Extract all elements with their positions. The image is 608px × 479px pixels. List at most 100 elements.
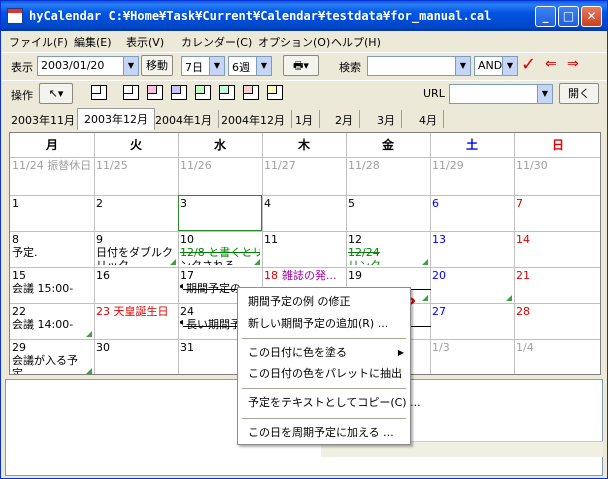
day-cell[interactable]: 11/26 [180,159,260,193]
color-slot-mint[interactable] [219,85,235,100]
tab-2003-11[interactable]: 2003年11月 [5,110,82,128]
move-button[interactable]: 移動 [141,55,173,76]
url-input[interactable]: ▼ [449,84,553,104]
days-combo[interactable]: 7日 ▼ [181,56,225,76]
event-item[interactable]: 日付をダブルク [96,246,176,259]
day-cell[interactable]: 28 [516,305,600,337]
menu-item-copy-text[interactable]: 予定をテキストとしてコピー(C) ... [238,393,421,413]
tab-mar[interactable]: 3月 [371,110,402,128]
event-item[interactable]: 雑誌の発... [282,269,337,282]
day-cell[interactable]: 22 会議 14:00- [12,305,92,337]
tab-feb[interactable]: 2月 [329,110,360,128]
day-cell[interactable]: 1212/24リンク [348,233,428,265]
event-item[interactable]: ンクされる [180,259,260,265]
day-cell[interactable]: 1 [12,197,92,229]
color-slot-2[interactable] [123,85,139,100]
event-item[interactable]: 予定. [12,246,92,259]
day-cell[interactable]: 6 [432,197,512,229]
day-cell[interactable]: 1/4 [516,341,600,374]
tab-jan[interactable]: 1月 [289,110,320,128]
day-cell[interactable]: 7 [516,197,600,229]
close-button[interactable]: ✕ [581,6,602,27]
url-label: URL [423,87,445,100]
operator-combo[interactable]: AND ▼ [474,56,518,76]
chevron-down-icon[interactable]: ▼ [502,57,517,75]
day-cell[interactable]: 11/24 振替休日 [12,159,92,193]
maximize-button[interactable]: □ [558,6,579,27]
open-button[interactable]: 開く [559,83,599,104]
note-marker-icon [422,259,428,265]
day-cell[interactable]: 11/25 [96,159,176,193]
day-cell[interactable]: 16 [96,269,176,301]
day-cell[interactable]: 9日付をダブルクリック [96,233,176,265]
tab-2003-12[interactable]: 2003年12月 [77,108,155,130]
menu-options[interactable]: オプション(O) [258,34,330,50]
chevron-down-icon[interactable]: ▼ [209,57,224,75]
chevron-down-icon[interactable]: ▼ [256,57,271,75]
day-cell[interactable]: 5 [348,197,428,229]
day-cell[interactable]: 11/28 [348,159,428,193]
day-cell[interactable]: 13 [432,233,512,265]
day-cell[interactable]: 29 会議が入る予定 [12,341,92,374]
day-cell[interactable]: 4 [264,197,344,229]
event-item[interactable]: 会議 14:00- [12,318,92,331]
search-input[interactable]: ▼ [367,56,471,76]
menu-help[interactable]: ヘルプ(H) [331,34,381,50]
color-slot-yellow[interactable] [267,85,283,100]
event-item[interactable]: リック [96,259,176,265]
color-slot-green[interactable] [195,85,211,100]
day-cell[interactable]: 11/29 [432,159,512,193]
color-slot-lavender[interactable] [171,85,187,100]
menu-edit[interactable]: 編集(E) [74,34,112,50]
tab-2004-12[interactable]: 2004年12月 [215,110,292,128]
event-item[interactable]: 会議 15:00- [12,282,92,295]
day-cell[interactable]: 15 会議 15:00- [12,269,92,301]
day-cell[interactable]: 23 天皇誕生日 [96,305,176,337]
arrow-right-icon[interactable]: ⇒ [567,56,579,72]
color-slot-pink[interactable] [147,85,163,100]
day-number: 30 [96,341,110,354]
color-slot-rose[interactable] [243,85,259,100]
minimize-button[interactable]: _ [535,6,556,27]
day-cell[interactable]: 14 [516,233,600,265]
day-cell[interactable]: 1012/8 と書くとリンクされる [180,233,260,265]
event-item[interactable]: 12/24 [348,246,428,259]
day-cell[interactable]: 30 [96,341,176,374]
print-button[interactable]: 🖶▾ [283,55,319,76]
day-cell[interactable]: 20 [432,269,512,301]
menu-bar: ファイル(F) 編集(E) 表示(V) カレンダー(C) オプション(O) ヘル… [1,31,607,51]
day-cell[interactable]: 8 予定. [12,233,92,265]
arrow-left-icon[interactable]: ⇐ [545,56,557,72]
day-cell[interactable]: 27 [432,305,512,337]
day-cell[interactable]: 11/27 [264,159,344,193]
event-item[interactable]: リンク [348,259,428,265]
event-item[interactable]: 会議が入る予 [12,354,92,367]
menu-file[interactable]: ファイル(F) [9,34,68,50]
weeks-combo[interactable]: 6週 ▼ [228,56,272,76]
chevron-down-icon[interactable]: ▼ [455,57,470,75]
tab-2004-01[interactable]: 2004年1月 [149,110,219,128]
event-item[interactable]: 定 [12,367,92,374]
menu-item-extract-color[interactable]: この日付の色をパレットに抽出 [238,364,410,384]
day-cell[interactable]: 21 [516,269,600,301]
chevron-down-icon[interactable]: ▼ [537,85,552,103]
day-number: 5 [348,197,355,210]
menu-item-edit-period[interactable]: 期間予定の例 の修正 [238,292,410,312]
menu-calendar[interactable]: カレンダー(C) [181,34,252,50]
date-combo[interactable]: 2003/01/20 ▼ [37,56,139,76]
menu-view[interactable]: 表示(V) [126,34,164,50]
check-icon[interactable]: ✓ [521,54,536,75]
menu-item-add-recurring[interactable]: この日を周期予定に加える ... [238,423,410,443]
cursor-mode-button[interactable]: ↖▾ [39,83,73,104]
day-cell[interactable]: 11 [264,233,344,265]
day-cell[interactable]: 11/30 [516,159,600,193]
day-cell[interactable]: 1/3 [432,341,512,374]
color-slot-1[interactable] [91,85,107,100]
menu-item-add-period[interactable]: 新しい期間予定の追加(R) ... [238,314,410,334]
day-cell[interactable]: 2 [96,197,176,229]
menu-item-paint-date[interactable]: この日付に色を塗る ▶ [238,343,410,363]
tab-apr[interactable]: 4月 [413,110,444,128]
weekday-header-mon: 月 [10,133,94,157]
event-item[interactable]: 12/8 と書くとリ [180,246,260,259]
chevron-down-icon[interactable]: ▼ [123,57,138,75]
